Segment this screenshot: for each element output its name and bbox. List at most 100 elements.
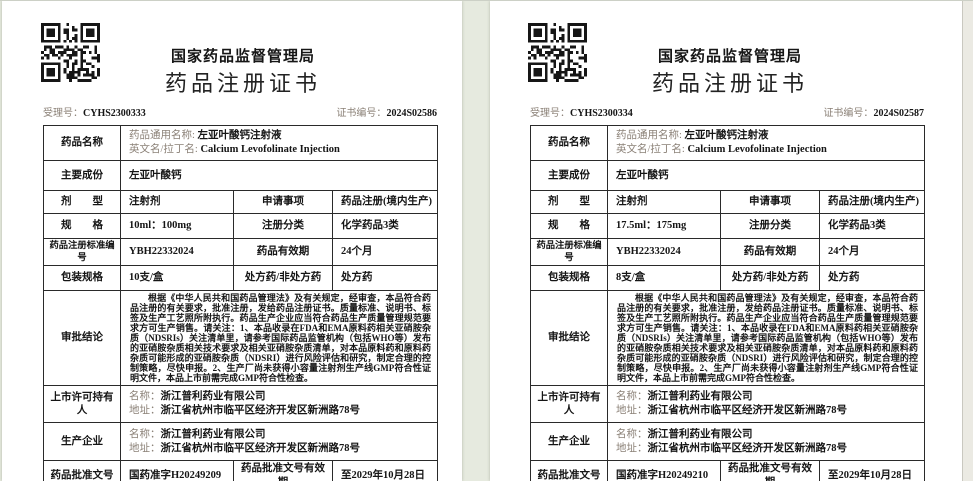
- table-row: 剂 型 注射剂 申请事项 药品注册(境内生产): [531, 191, 925, 214]
- name-label: 名称：: [616, 429, 648, 440]
- issuing-authority: 国家药品监督管理局: [533, 45, 927, 66]
- package-spec-value: 8支/盒: [608, 266, 721, 291]
- address-label: 地址：: [616, 405, 648, 416]
- holder-name-line: 名称：浙江普利药业有限公司: [129, 390, 433, 404]
- certificate-number-value: 2024S02586: [386, 108, 437, 119]
- table-row: 上市许可持有人 名称：浙江普利药业有限公司 地址：浙江省杭州市临平区经济开发区新…: [44, 386, 438, 423]
- drug-name-label: 药品名称: [531, 126, 608, 161]
- name-label: 名称：: [129, 429, 161, 440]
- dosage-form-label: 剂 型: [531, 191, 608, 214]
- manufacturer-cell: 名称：浙江普利药业有限公司 地址：浙江省杭州市临平区经济开发区新洲路78号: [121, 423, 438, 461]
- acceptance-number-value: CYHS2300334: [570, 108, 633, 119]
- english-name-value: Calcium Levofolinate Injection: [687, 144, 826, 155]
- holder-name-value: 浙江普利药业有限公司: [161, 391, 266, 402]
- approval-conclusion-label: 审批结论: [44, 291, 121, 386]
- table-row: 剂 型 注射剂 申请事项 药品注册(境内生产): [44, 191, 438, 214]
- holder-address-value: 浙江省杭州市临平区经济开发区新洲路78号: [648, 405, 848, 416]
- standard-number-value: YBH22332024: [121, 239, 234, 266]
- approval-validity-label: 药品批准文号有效期: [234, 461, 333, 481]
- rx-otc-label: 处方药/非处方药: [721, 266, 820, 291]
- manufacturer-cell: 名称：浙江普利药业有限公司 地址：浙江省杭州市临平区经济开发区新洲路78号: [608, 423, 925, 461]
- application-item-value: 药品注册(境内生产): [820, 191, 925, 214]
- package-spec-label: 包装规格: [531, 266, 608, 291]
- approval-validity-value: 至2029年10月28日: [333, 461, 438, 481]
- main-ingredient-value: 左亚叶酸钙: [121, 161, 438, 191]
- generic-name-line: 药品通用名称: 左亚叶酸钙注射液: [616, 129, 920, 143]
- table-row: 药品批准文号 国药准字H20249210 药品批准文号有效期 至2029年10月…: [531, 461, 925, 481]
- manufacturer-name-value: 浙江普利药业有限公司: [648, 429, 753, 440]
- certificate-number-label: 证书编号：: [823, 108, 873, 119]
- application-item-label: 申请事项: [234, 191, 333, 214]
- acceptance-number: 受理号：CYHS2300334: [530, 108, 633, 120]
- holder-address-line: 地址：浙江省杭州市临平区经济开发区新洲路78号: [616, 404, 920, 418]
- meta-row: 受理号：CYHS2300334 证书编号：2024S02587: [530, 108, 924, 120]
- manufacturer-name-line: 名称：浙江普利药业有限公司: [616, 428, 920, 442]
- table-row: 包装规格 8支/盒 处方药/非处方药 处方药: [531, 266, 925, 291]
- certificate-title: 药品注册证书: [533, 66, 927, 98]
- license-holder-cell: 名称：浙江普利药业有限公司 地址：浙江省杭州市临平区经济开发区新洲路78号: [608, 386, 925, 423]
- certificate-table: 药品名称 药品通用名称: 左亚叶酸钙注射液 英文名/拉丁名: Calcium L…: [43, 125, 438, 481]
- registration-category-label: 注册分类: [721, 214, 820, 239]
- rx-otc-label: 处方药/非处方药: [234, 266, 333, 291]
- table-row: 生产企业 名称：浙江普利药业有限公司 地址：浙江省杭州市临平区经济开发区新洲路7…: [44, 423, 438, 461]
- license-holder-cell: 名称：浙江普利药业有限公司 地址：浙江省杭州市临平区经济开发区新洲路78号: [121, 386, 438, 423]
- dosage-form-value: 注射剂: [608, 191, 721, 214]
- approval-number-value: 国药准字H20249209: [121, 461, 234, 481]
- approval-conclusion-text: 根据《中华人民共和国药品管理法》及有关规定，经审查，本品符合药品注册的有关要求，…: [608, 291, 925, 386]
- generic-name-label: 药品通用名称:: [129, 130, 195, 141]
- scan-right-margin: [962, 0, 973, 481]
- package-spec-value: 10支/盒: [121, 266, 234, 291]
- registration-category-value: 化学药品3类: [333, 214, 438, 239]
- table-row: 审批结论 根据《中华人民共和国药品管理法》及有关规定，经审查，本品符合药品注册的…: [531, 291, 925, 386]
- english-name-line: 英文名/拉丁名: Calcium Levofolinate Injection: [129, 143, 433, 157]
- main-ingredient-label: 主要成份: [531, 161, 608, 191]
- address-label: 地址：: [616, 443, 648, 454]
- certificate-table: 药品名称 药品通用名称: 左亚叶酸钙注射液 英文名/拉丁名: Calcium L…: [530, 125, 925, 481]
- table-row: 包装规格 10支/盒 处方药/非处方药 处方药: [44, 266, 438, 291]
- issuing-authority: 国家药品监督管理局: [46, 45, 440, 66]
- certificate-number-label: 证书编号：: [336, 108, 386, 119]
- acceptance-number-label: 受理号：: [43, 108, 83, 119]
- main-ingredient-value: 左亚叶酸钙: [608, 161, 925, 191]
- manufacturer-label: 生产企业: [44, 423, 121, 461]
- certificate-page-2: 国家药品监督管理局 药品注册证书 受理号：CYHS2300334 证书编号：20…: [487, 0, 973, 481]
- holder-address-line: 地址：浙江省杭州市临平区经济开发区新洲路78号: [129, 404, 433, 418]
- page-top-edge: [0, 0, 973, 1]
- english-name-label: 英文名/拉丁名:: [129, 144, 198, 155]
- application-item-value: 药品注册(境内生产): [333, 191, 438, 214]
- application-item-label: 申请事项: [721, 191, 820, 214]
- acceptance-number-label: 受理号：: [530, 108, 570, 119]
- certificate-page-1: 国家药品监督管理局 药品注册证书 受理号：CYHS2300333 证书编号：20…: [0, 0, 486, 481]
- generic-name-line: 药品通用名称: 左亚叶酸钙注射液: [129, 129, 433, 143]
- registration-category-label: 注册分类: [234, 214, 333, 239]
- manufacturer-address-line: 地址：浙江省杭州市临平区经济开发区新洲路78号: [129, 442, 433, 456]
- approval-number-label: 药品批准文号: [44, 461, 121, 481]
- specification-value: 10ml：100mg: [121, 214, 234, 239]
- specification-label: 规 格: [44, 214, 121, 239]
- drug-validity-value: 24个月: [333, 239, 438, 266]
- generic-name-value: 左亚叶酸钙注射液: [198, 130, 282, 141]
- table-row: 药品注册标准编号 YBH22332024 药品有效期 24个月: [44, 239, 438, 266]
- drug-name-label: 药品名称: [44, 126, 121, 161]
- license-holder-label: 上市许可持有人: [531, 386, 608, 423]
- manufacturer-address-value: 浙江省杭州市临平区经济开发区新洲路78号: [648, 443, 848, 454]
- approval-validity-value: 至2029年10月28日: [820, 461, 925, 481]
- registration-category-value: 化学药品3类: [820, 214, 925, 239]
- approval-validity-label: 药品批准文号有效期: [721, 461, 820, 481]
- rx-otc-value: 处方药: [333, 266, 438, 291]
- dosage-form-label: 剂 型: [44, 191, 121, 214]
- acceptance-number: 受理号：CYHS2300333: [43, 108, 146, 120]
- holder-name-line: 名称：浙江普利药业有限公司: [616, 390, 920, 404]
- drug-validity-label: 药品有效期: [234, 239, 333, 266]
- acceptance-number-value: CYHS2300333: [83, 108, 146, 119]
- main-ingredient-label: 主要成份: [44, 161, 121, 191]
- english-name-value: Calcium Levofolinate Injection: [200, 144, 339, 155]
- table-row: 上市许可持有人 名称：浙江普利药业有限公司 地址：浙江省杭州市临平区经济开发区新…: [531, 386, 925, 423]
- manufacturer-label: 生产企业: [531, 423, 608, 461]
- manufacturer-address-value: 浙江省杭州市临平区经济开发区新洲路78号: [161, 443, 361, 454]
- approval-conclusion-label: 审批结论: [531, 291, 608, 386]
- approval-number-label: 药品批准文号: [531, 461, 608, 481]
- drug-validity-label: 药品有效期: [721, 239, 820, 266]
- drug-validity-value: 24个月: [820, 239, 925, 266]
- address-label: 地址：: [129, 443, 161, 454]
